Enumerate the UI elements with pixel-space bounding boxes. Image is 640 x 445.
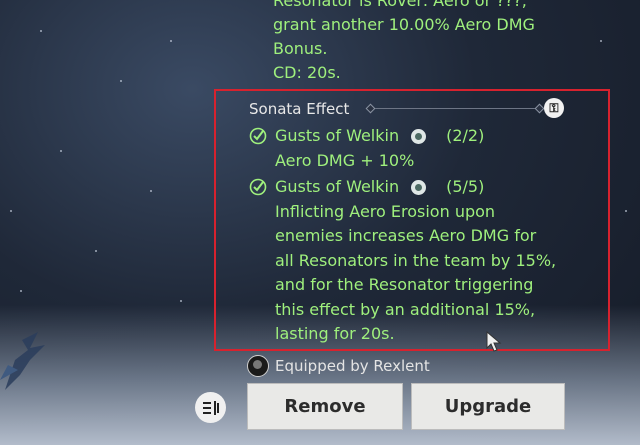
effect-name: Gusts of Welkin (275, 177, 400, 196)
effect-count: (5/5) (446, 177, 485, 196)
check-icon (249, 178, 267, 196)
equipped-by: Equipped by Rexlent (247, 355, 430, 377)
frost-plant-decoration (0, 332, 45, 390)
effect-description-line: all Resonators in the team by 15%, (275, 250, 557, 270)
sonata-effect-5pc: Gusts of Welkin (5/5) Inflicting Aero Er… (249, 175, 556, 347)
remove-button[interactable]: Remove (247, 383, 403, 430)
welkin-set-icon (411, 179, 427, 195)
sonata-title: Sonata Effect (249, 100, 350, 118)
effect-description-line: this effect by an additional 15%, (275, 299, 536, 319)
sonata-header: Sonata Effect (249, 99, 349, 118)
list-toggle-button[interactable] (195, 392, 226, 423)
effect-name: Gusts of Welkin (275, 126, 400, 145)
check-icon (249, 127, 267, 145)
upgrade-button[interactable]: Upgrade (411, 383, 565, 430)
effect-description-line: enemies increases Aero DMG for (275, 226, 537, 245)
effect-line: CD: 20s. (273, 63, 341, 82)
list-icon (202, 400, 219, 415)
sonata-effect-2pc: Gusts of Welkin (2/2) Aero DMG + 10% (249, 124, 484, 173)
effect-description-line: and for the Resonator triggering (275, 275, 534, 294)
set-effect-partial-text: Resonator is Rover: Aero or ???, grant a… (273, 0, 603, 85)
sonata-effect-panel: Sonata Effect ⚿ Gusts of Welkin (2/2) Ae… (214, 89, 610, 351)
mouse-cursor-icon (486, 331, 502, 352)
avatar (247, 355, 269, 377)
effect-line: Resonator is Rover: Aero or ???, (273, 0, 527, 10)
sonata-info-icon[interactable]: ⚿ (544, 98, 564, 118)
effect-description: Aero DMG + 10% (275, 150, 415, 170)
effect-line: grant another 10.00% Aero DMG (273, 15, 535, 34)
effect-description-line: Inflicting Aero Erosion upon (275, 201, 496, 221)
welkin-set-icon (411, 128, 427, 144)
effect-line: Bonus. (273, 39, 328, 58)
header-divider (371, 108, 539, 109)
effect-description-line: lasting for 20s. (275, 324, 395, 343)
effect-count: (2/2) (446, 126, 485, 145)
equipped-label: Equipped by Rexlent (275, 357, 430, 375)
